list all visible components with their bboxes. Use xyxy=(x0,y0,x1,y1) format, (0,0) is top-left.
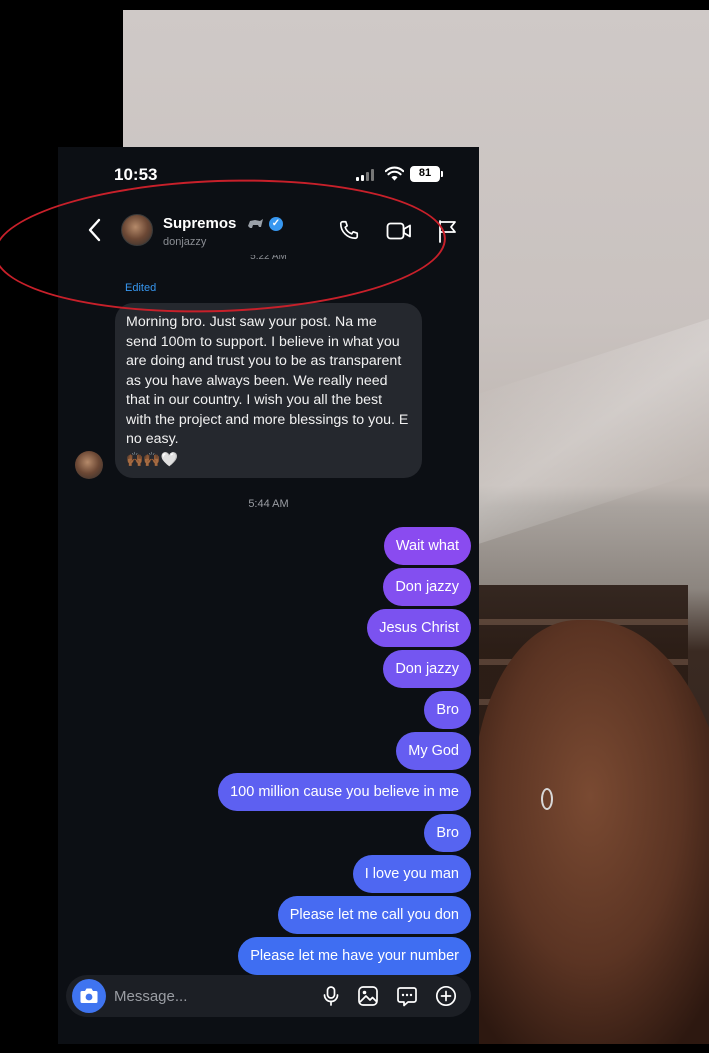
sent-message-bubble[interactable]: Don jazzy xyxy=(383,568,471,606)
microphone-icon[interactable] xyxy=(320,985,342,1007)
sent-message-bubble[interactable]: 100 million cause you believe in me xyxy=(218,773,471,811)
sent-message-bubble[interactable]: My God xyxy=(396,732,471,770)
status-time: 10:53 xyxy=(114,165,158,184)
sent-message-bubble[interactable]: I love you man xyxy=(352,855,471,893)
message-input[interactable] xyxy=(114,975,294,1017)
camera-button[interactable] xyxy=(72,979,106,1013)
gallery-icon[interactable] xyxy=(357,985,379,1007)
incoming-message-emoji: 🙌🏾🙌🏾🤍 xyxy=(126,450,179,467)
ceiling-edge xyxy=(453,317,709,553)
message-composer xyxy=(66,975,471,1017)
sent-message-bubble[interactable]: Please let me have your number xyxy=(238,937,471,975)
camera-icon xyxy=(80,988,98,1003)
sent-message-bubble[interactable]: Please let me call you don xyxy=(277,896,471,934)
sender-avatar[interactable] xyxy=(75,451,103,479)
add-icon[interactable] xyxy=(435,985,457,1007)
person-face xyxy=(473,620,709,1044)
incoming-message-bubble[interactable]: Morning bro. Just saw your post. Na me s… xyxy=(115,303,422,478)
sticker-icon[interactable] xyxy=(396,985,418,1007)
wifi-icon xyxy=(385,166,404,181)
sent-message-bubble[interactable]: Bro xyxy=(424,691,471,729)
sent-message-bubble[interactable]: Wait what xyxy=(383,527,471,565)
sent-message-bubble[interactable]: Bro xyxy=(424,814,471,852)
earring xyxy=(541,788,553,810)
sent-message-bubble[interactable]: Don jazzy xyxy=(383,650,471,688)
incoming-message-text: Morning bro. Just saw your post. Na me s… xyxy=(126,314,409,447)
sent-message-bubble[interactable]: Jesus Christ xyxy=(367,609,471,647)
message-timestamp: 5:44 AM xyxy=(248,498,289,510)
battery-icon: 81 xyxy=(410,166,443,182)
signal-icon xyxy=(356,169,376,181)
